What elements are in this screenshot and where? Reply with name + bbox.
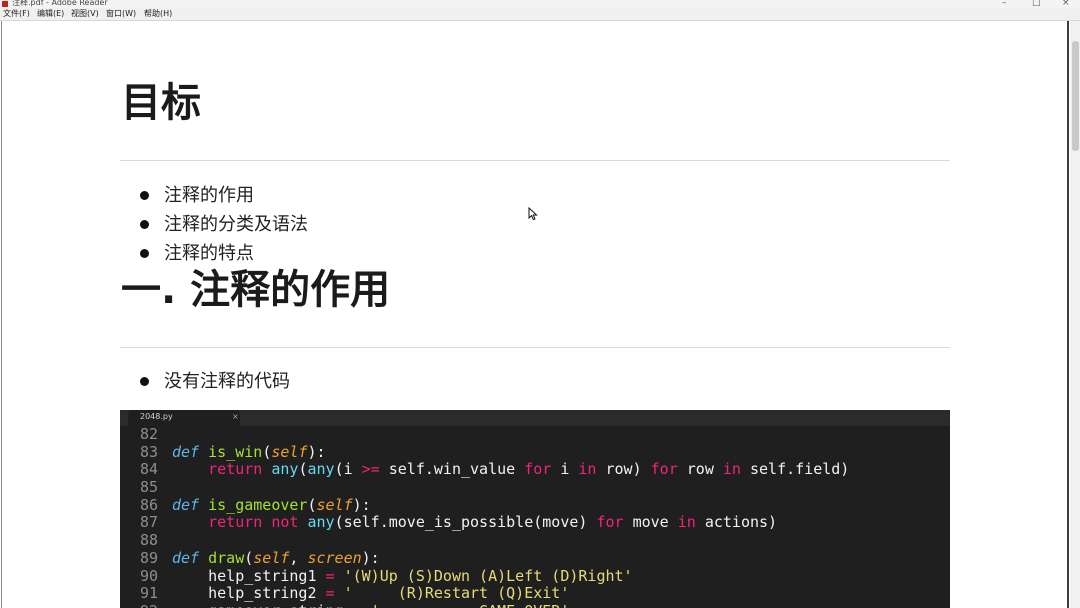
line-number: 87 [139,513,158,532]
code-line: 87 return not any(self.move_is_possible(… [120,514,950,532]
section1-list: 没有注释的代码 [120,367,290,396]
code-text: gameover_string = ' GAME OVER' [172,602,569,608]
code-line: 83 def is_win(self): [120,442,950,462]
list-item-text: 注释的特点 [164,243,254,264]
code-line: 86 def is_gameover(self): [120,495,950,515]
editor-tab: 2048.py × [128,410,240,426]
code-text: def is_win(self): [172,442,326,461]
window-title: 注释.pdf - Adobe Reader [12,0,108,7]
line-number: 86 [139,495,158,514]
close-icon: × [232,412,239,421]
code-text: return not any(self.move_is_possible(mov… [208,513,778,532]
line-number: 85 [139,478,158,497]
line-number: 92 [120,602,158,608]
line-number: 88 [139,531,158,550]
bullet-icon [140,220,149,229]
menu-help[interactable]: 帮助(H) [144,9,172,19]
code-text: help_string1 = '(W)Up (S)Down (A)Left (D… [172,566,633,585]
list-item: 注释的作用 [120,181,308,210]
code-line: 89 def draw(self, screen): [120,548,950,568]
code-line: 91 help_string2 = ' (R)Restart (Q)Exit' [120,584,950,603]
line-number: 89 [139,548,158,567]
list-item-text: 注释的作用 [164,185,254,206]
line-number: 91 [139,584,158,603]
code-text: help_string2 = ' (R)Restart (Q)Exit' [172,584,570,603]
code-line: 92 gameover_string = ' GAME OVER' [120,602,950,608]
minimize-button[interactable]: – [1002,0,1007,8]
code-text: def is_gameover(self): [172,495,371,514]
list-item: 注释的特点 [120,239,308,268]
window-title-bar: 注释.pdf - Adobe Reader – □ × [0,0,1080,8]
editor-tab-filename: 2048.py [140,412,173,421]
code-text: return any(any(i >= self.win_value for i… [208,460,850,479]
bullet-icon [140,191,149,200]
line-number: 82 [139,425,158,443]
menu-bar: 文件(F) 编辑(E) 视图(V) 窗口(W) 帮助(H) [0,8,1080,21]
menu-edit[interactable]: 编辑(E) [37,9,64,19]
code-text: def draw(self, screen): [172,548,380,567]
code-line: 84 return any(any(i >= self.win_value fo… [120,461,950,479]
heading-section-1: 一. 注释的作用 [121,267,391,313]
code-lines: 82 83 def is_win(self): 84 return any(any(i… [120,425,950,608]
maximize-button[interactable]: □ [1032,0,1041,8]
menu-view[interactable]: 视图(V) [71,9,99,19]
menu-file[interactable]: 文件(F) [3,9,30,19]
line-number: 84 [139,460,158,479]
goal-list: 注释的作用 注释的分类及语法 注释的特点 [120,181,308,268]
mouse-cursor-icon [528,207,538,221]
editor-tab-bar: 2048.py × [120,410,950,426]
heading-rule [120,347,950,348]
list-item: 没有注释的代码 [120,367,290,396]
line-number: 83 [139,442,158,461]
list-item: 注释的分类及语法 [120,210,308,239]
list-item-text: 没有注释的代码 [164,371,290,392]
line-number: 90 [139,566,158,585]
heading-rule [120,160,950,161]
page-left-edge [1,21,2,608]
scrollbar-thumb[interactable] [1072,41,1079,151]
page-right-edge [1067,21,1069,608]
code-line: 85 [120,478,950,497]
code-line: 88 [120,531,950,550]
bullet-icon [140,249,149,258]
code-line: 82 [120,425,950,444]
menu-window[interactable]: 窗口(W) [106,9,136,19]
heading-goal: 目标 [121,80,201,126]
bullet-icon [140,377,149,386]
code-editor-image: 2048.py × 82 83 def is_win(self): 84 return… [120,410,950,608]
code-line: 90 help_string1 = '(W)Up (S)Down (A)Left… [120,566,950,586]
list-item-text: 注释的分类及语法 [164,214,308,235]
adobe-reader-icon [2,1,8,7]
close-window-button[interactable]: × [1062,0,1070,8]
